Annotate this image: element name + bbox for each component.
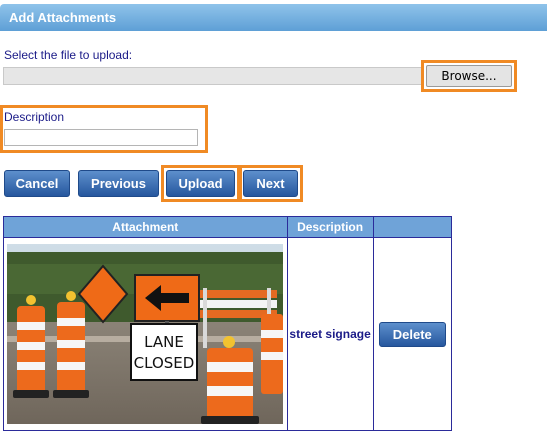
- file-upload-label: Select the file to upload:: [4, 48, 133, 62]
- lane-sign-text-2: CLOSED: [134, 354, 195, 372]
- lane-sign-text-1: LANE: [144, 333, 184, 351]
- attachment-cell: LANE CLOSED: [3, 237, 288, 431]
- attachments-table: Attachment Description LANE CLOSED stree…: [3, 216, 453, 431]
- attachment-thumbnail[interactable]: LANE CLOSED: [7, 244, 284, 424]
- previous-button[interactable]: Previous: [78, 170, 159, 197]
- actions-column-header: [372, 216, 453, 238]
- table-row: LANE CLOSED street signage Delete: [3, 237, 453, 431]
- delete-button[interactable]: Delete: [378, 321, 446, 347]
- actions-cell: Delete: [372, 237, 453, 431]
- description-highlight: [0, 105, 208, 153]
- file-path-field[interactable]: [3, 67, 423, 85]
- upload-highlight: [161, 165, 240, 202]
- browse-highlight: [421, 60, 517, 92]
- next-highlight: [239, 165, 303, 202]
- cancel-button[interactable]: Cancel: [4, 170, 70, 197]
- attachment-column-header: Attachment: [3, 216, 288, 238]
- description-cell: street signage: [286, 237, 374, 431]
- panel-header: Add Attachments: [0, 4, 547, 31]
- description-column-header: Description: [286, 216, 374, 238]
